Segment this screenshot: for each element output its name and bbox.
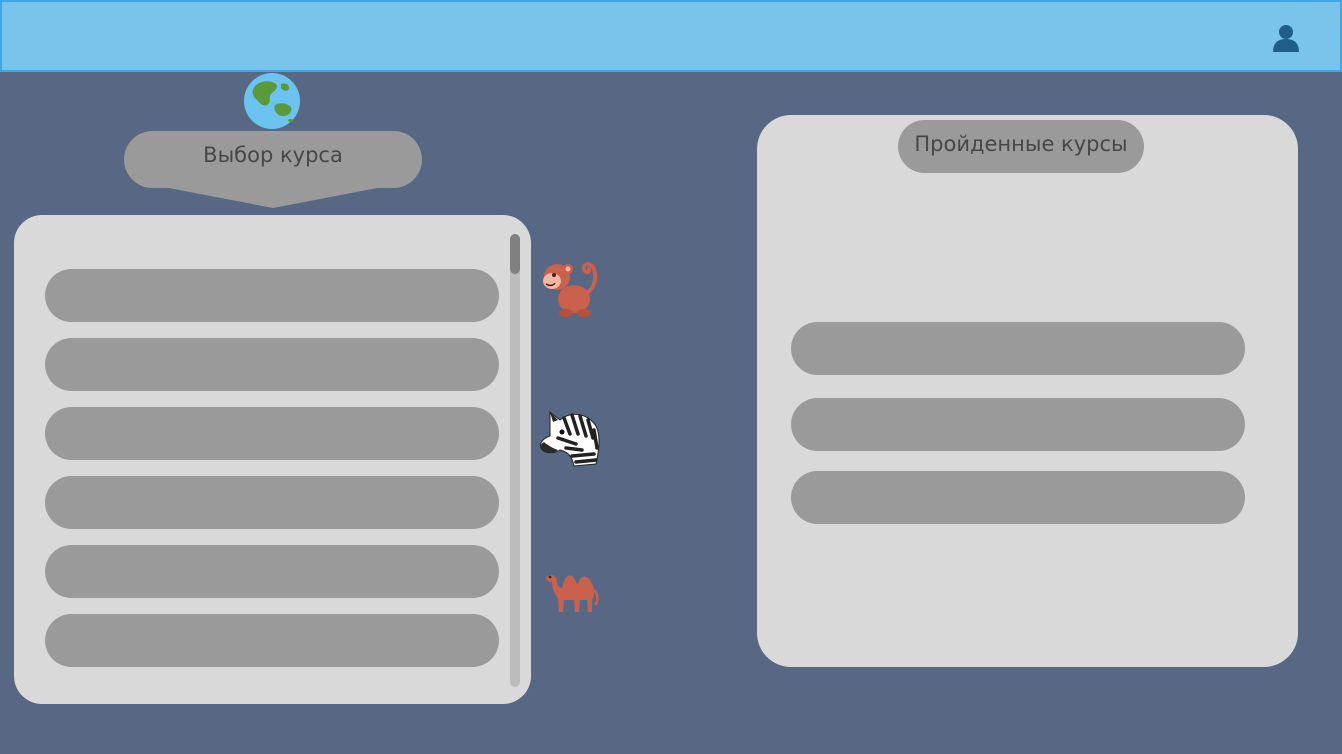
- course-list-item[interactable]: [45, 614, 499, 667]
- course-select-header[interactable]: Выбор курса: [124, 131, 422, 188]
- course-select-title: Выбор курса: [203, 143, 343, 167]
- course-list-item[interactable]: [45, 338, 499, 391]
- completed-course-item[interactable]: [791, 398, 1245, 451]
- completed-course-item[interactable]: [791, 322, 1245, 375]
- scrollbar-thumb[interactable]: [510, 234, 520, 274]
- top-bar: [0, 0, 1342, 72]
- course-list-item[interactable]: [45, 545, 499, 598]
- scrollbar[interactable]: [510, 234, 520, 687]
- user-profile-icon[interactable]: [1268, 20, 1304, 56]
- course-list-item[interactable]: [45, 269, 499, 322]
- camel-icon: [536, 554, 604, 622]
- course-list-item[interactable]: [45, 407, 499, 460]
- globe-icon: [243, 72, 301, 130]
- course-list-item[interactable]: [45, 476, 499, 529]
- monkey-icon: [536, 255, 604, 323]
- completed-courses-panel: Пройденные курсы: [757, 115, 1298, 667]
- zebra-icon: [536, 404, 604, 472]
- course-list-panel: [14, 215, 531, 704]
- completed-course-item[interactable]: [791, 471, 1245, 524]
- completed-courses-title: Пройденные курсы: [898, 120, 1144, 173]
